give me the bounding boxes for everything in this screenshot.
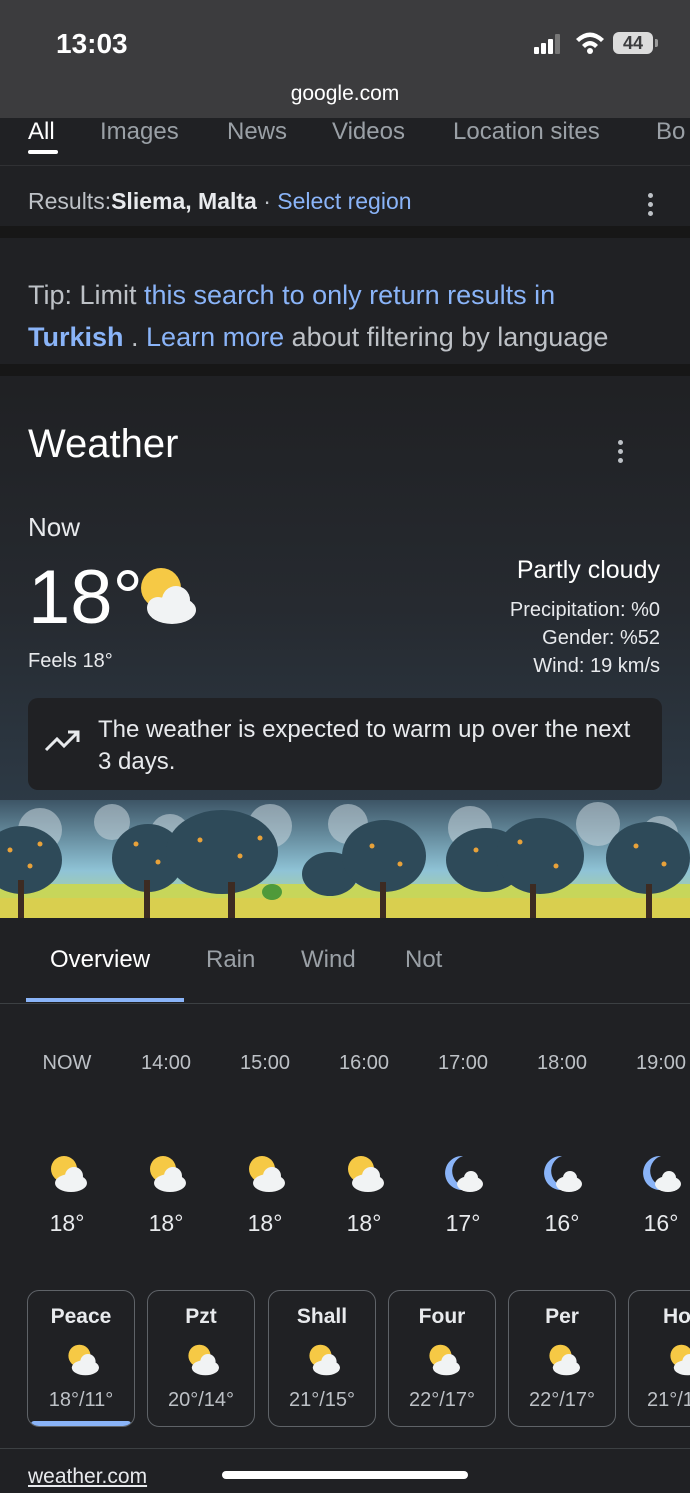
active-subtab-indicator <box>26 998 184 1002</box>
region-label: Results: <box>28 188 112 214</box>
day-card[interactable]: Four 22°/17° <box>388 1290 496 1427</box>
hour-time: NOW <box>42 1052 92 1074</box>
current-temperature: 18° <box>28 555 143 640</box>
tab-wind[interactable]: Wind <box>301 946 356 974</box>
day-name: Per <box>545 1305 579 1328</box>
day-name: Four <box>418 1305 466 1328</box>
tab-news[interactable]: News <box>227 118 287 146</box>
day-card[interactable]: Shall 21°/15° <box>268 1290 376 1427</box>
tab-location-sites[interactable]: Location sites <box>453 118 600 146</box>
tab-rain[interactable]: Rain <box>206 946 255 974</box>
region-separator: · <box>256 188 278 214</box>
tip-prefix: Tip: Limit <box>28 280 145 310</box>
weather-subtabs: Overview Rain Wind Not <box>0 918 690 1004</box>
hour-temp: 18° <box>148 1210 184 1236</box>
forecast-note-text: The weather is expected to warm up over … <box>98 716 631 775</box>
hour-temp: 18° <box>49 1210 85 1236</box>
tab-more[interactable]: Bo <box>656 118 685 146</box>
weather-more-icon[interactable] <box>618 440 624 466</box>
home-indicator[interactable] <box>222 1471 468 1479</box>
tab-videos[interactable]: Videos <box>332 118 405 146</box>
moon-cloud-icon <box>544 1155 582 1192</box>
hour-time: 14:00 <box>140 1052 192 1074</box>
day-temps: 22°/17° <box>528 1389 596 1411</box>
wind-speed: Wind: 19 km/s <box>533 655 660 677</box>
day-card[interactable]: Ho 21°/1 <box>628 1290 690 1427</box>
tip-language-link[interactable]: Turkish <box>28 322 124 352</box>
weather-condition: Partly cloudy <box>516 556 660 584</box>
region-more-icon[interactable] <box>648 193 654 219</box>
partly-cloudy-icon <box>670 1344 690 1376</box>
tab-images[interactable]: Images <box>100 118 179 146</box>
weather-title: Weather <box>28 422 179 466</box>
hour-temp: 18° <box>247 1210 283 1236</box>
tip-suffix: about filtering by language <box>284 322 609 352</box>
forecast-note: The weather is expected to warm up over … <box>28 698 662 790</box>
address-bar-url[interactable]: google.com <box>0 82 690 106</box>
tab-all[interactable]: All <box>28 118 55 146</box>
region-bar: Results:Sliema, Malta · Select region <box>0 166 690 238</box>
feels-like: Feels 18° <box>28 650 113 672</box>
humidity: Gender: %52 <box>542 627 660 649</box>
tip-restrict-link[interactable]: this search to only return results in <box>144 280 555 310</box>
day-temps: 20°/14° <box>167 1389 235 1411</box>
region-location: Sliema, Malta <box>111 188 257 214</box>
weather-source-link[interactable]: weather.com <box>28 1465 147 1489</box>
partly-cloudy-icon <box>549 1344 580 1376</box>
day-name: Shall <box>296 1305 348 1328</box>
moon-cloud-icon <box>643 1155 681 1192</box>
hour-temp: 16° <box>643 1210 679 1236</box>
browser-top-bar: 13:03 44 google.com <box>0 0 690 118</box>
now-label: Now <box>28 512 81 542</box>
day-name: Peace <box>50 1305 112 1328</box>
day-temps: 21°/15° <box>288 1389 356 1411</box>
partly-cloudy-icon <box>348 1156 384 1192</box>
moon-cloud-icon <box>445 1155 483 1192</box>
partly-cloudy-icon <box>150 1156 186 1192</box>
daily-forecast: Peace 18°/11° Pzt 20°/14° Shall 21°/15° … <box>0 1290 690 1430</box>
day-temps: 21°/1 <box>647 1389 690 1411</box>
hour-time: 17:00 <box>437 1052 489 1074</box>
day-card[interactable]: Peace 18°/11° <box>27 1290 135 1427</box>
partly-cloudy-icon <box>249 1156 285 1192</box>
hour-time: 18:00 <box>536 1052 588 1074</box>
active-tab-indicator <box>28 150 58 154</box>
tab-humidity[interactable]: Not <box>405 946 442 974</box>
learn-more-link[interactable]: Learn more <box>146 322 284 352</box>
hour-time: 15:00 <box>239 1052 291 1074</box>
partly-cloudy-icon <box>429 1344 460 1376</box>
partly-cloudy-icon <box>309 1344 340 1376</box>
search-tabs: All Images News Videos Location sites Bo <box>0 118 690 166</box>
day-name: Pzt <box>185 1305 217 1328</box>
weather-footer: weather.com <box>0 1448 690 1493</box>
hour-time: 19:00 <box>635 1052 687 1074</box>
weather-scene-illustration <box>0 800 690 918</box>
select-region-link[interactable]: Select region <box>277 188 411 214</box>
day-name: Ho <box>663 1305 690 1328</box>
precipitation: Precipitation: %0 <box>509 599 660 621</box>
hour-temp: 17° <box>445 1210 481 1236</box>
battery-icon: 44 <box>613 32 658 54</box>
tab-overview[interactable]: Overview <box>50 946 150 974</box>
status-time: 13:03 <box>56 28 128 59</box>
hour-temp: 18° <box>346 1210 382 1236</box>
hour-time: 16:00 <box>338 1052 390 1074</box>
partly-cloudy-icon <box>68 1344 99 1376</box>
tip-middle: . <box>123 322 147 352</box>
day-temps: 18°/11° <box>48 1389 114 1411</box>
partly-cloudy-icon <box>188 1344 219 1376</box>
partly-cloudy-icon <box>51 1156 87 1192</box>
trending-up-icon <box>44 730 80 752</box>
day-card[interactable]: Pzt 20°/14° <box>147 1290 255 1427</box>
hour-temp: 16° <box>544 1210 580 1236</box>
day-card[interactable]: Per 22°/17° <box>508 1290 616 1427</box>
cellular-signal-icon <box>534 34 566 54</box>
partly-cloudy-icon <box>141 568 196 624</box>
day-temps: 22°/17° <box>408 1389 476 1411</box>
hourly-forecast[interactable]: NOW 18° 14:00 18° 15:00 18° 16:00 18° 17… <box>0 1004 690 1284</box>
language-tip: Tip: Limit this search to only return re… <box>0 250 690 376</box>
region-text: Results:Sliema, Malta · Select region <box>28 188 412 215</box>
wifi-icon <box>576 32 604 54</box>
